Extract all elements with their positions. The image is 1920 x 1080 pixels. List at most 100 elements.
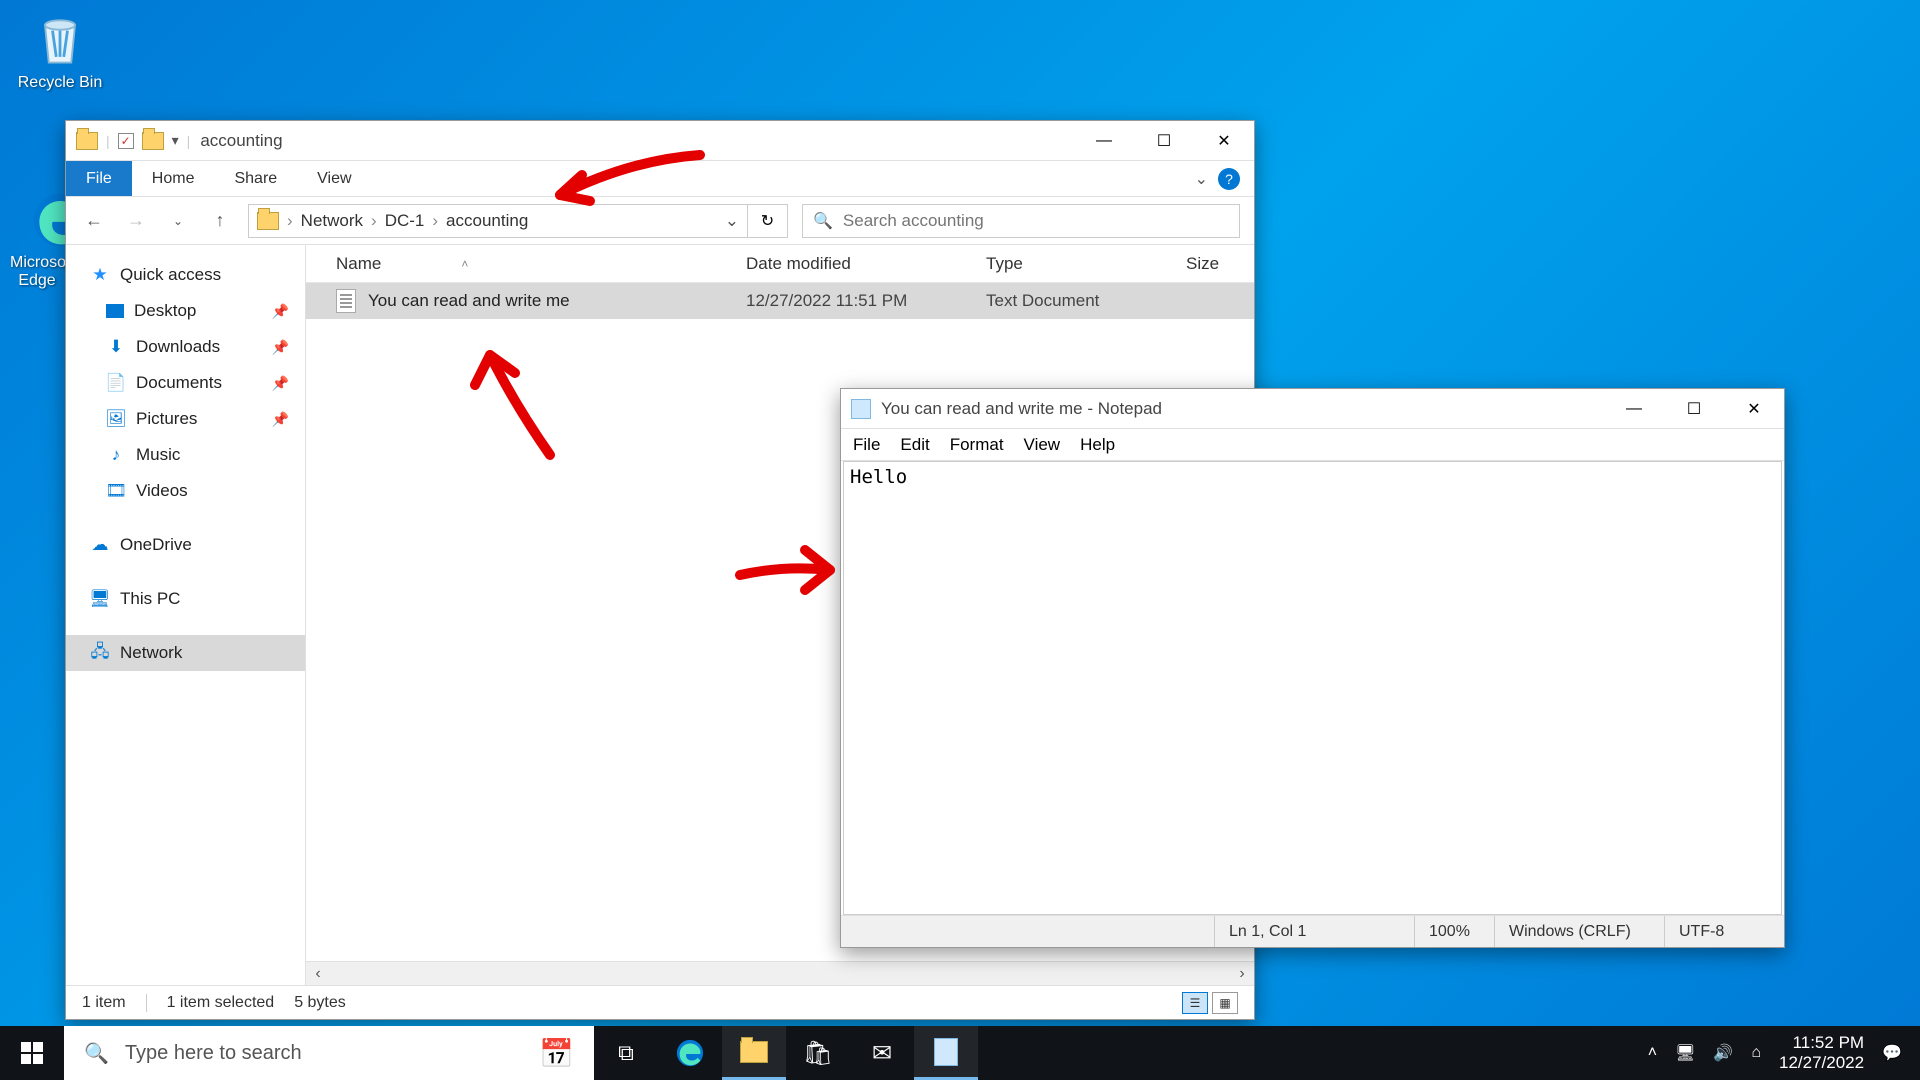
- taskbar-explorer[interactable]: [722, 1026, 786, 1080]
- notifications-icon[interactable]: 💬: [1882, 1043, 1902, 1063]
- view-details-button[interactable]: ☰: [1182, 992, 1208, 1014]
- nav-desktop[interactable]: Desktop📌: [66, 293, 305, 329]
- forward-button[interactable]: →: [122, 207, 150, 235]
- menu-file[interactable]: File: [853, 435, 880, 455]
- breadcrumb-dropdown-icon[interactable]: ⌄: [725, 211, 739, 231]
- refresh-button[interactable]: ↻: [748, 204, 788, 238]
- recent-dropdown[interactable]: ⌄: [164, 207, 192, 235]
- h-scrollbar[interactable]: ‹ ›: [306, 961, 1254, 985]
- search-placeholder: Type here to search: [125, 1042, 302, 1065]
- windows-icon: [20, 1041, 44, 1065]
- nav-onedrive[interactable]: ☁OneDrive: [66, 527, 305, 563]
- file-type: Text Document: [986, 291, 1186, 311]
- status-enc: UTF-8: [1664, 916, 1784, 947]
- explorer-titlebar[interactable]: | ✓ ▾ | accounting ― ☐ ✕: [66, 121, 1254, 161]
- column-headers[interactable]: Name˄ Date modified Type Size: [306, 245, 1254, 283]
- taskbar-edge[interactable]: [658, 1026, 722, 1080]
- menu-help[interactable]: Help: [1080, 435, 1115, 455]
- menu-edit[interactable]: Edit: [900, 435, 929, 455]
- nav-music[interactable]: ♪Music: [66, 437, 305, 473]
- folder-icon[interactable]: [142, 132, 164, 150]
- explorer-statusbar: 1 item 1 item selected 5 bytes ☰ ▦: [66, 985, 1254, 1019]
- start-button[interactable]: [0, 1026, 64, 1080]
- chevron-right-icon: ›: [432, 211, 438, 231]
- taskbar-search[interactable]: 🔍 Type here to search 📅: [64, 1026, 594, 1080]
- search-input[interactable]: [843, 211, 1229, 231]
- pin-icon: 📌: [272, 303, 289, 320]
- qat-check-icon[interactable]: ✓: [118, 133, 134, 149]
- chevron-right-icon: ›: [371, 211, 377, 231]
- tab-home[interactable]: Home: [132, 161, 215, 196]
- recycle-bin[interactable]: Recycle Bin: [10, 10, 110, 92]
- breadcrumb-network[interactable]: Network: [301, 211, 363, 231]
- menu-format[interactable]: Format: [950, 435, 1004, 455]
- mail-icon: ✉: [872, 1039, 892, 1068]
- view-icons-button[interactable]: ▦: [1212, 992, 1238, 1014]
- help-icon[interactable]: ?: [1218, 168, 1240, 190]
- tab-file[interactable]: File: [66, 161, 132, 196]
- notepad-titlebar[interactable]: You can read and write me - Notepad ― ☐ …: [841, 389, 1784, 429]
- nav-pane: ★Quick access Desktop📌 ⬇Downloads📌 📄Docu…: [66, 245, 306, 985]
- notepad-menubar: File Edit Format View Help: [841, 429, 1784, 461]
- scroll-right-icon[interactable]: ›: [1230, 965, 1254, 983]
- minimize-button[interactable]: ―: [1074, 121, 1134, 161]
- maximize-button[interactable]: ☐: [1664, 389, 1724, 429]
- nav-pictures[interactable]: 🖼Pictures📌: [66, 401, 305, 437]
- status-zoom: 100%: [1414, 916, 1494, 947]
- status-selected: 1 item selected: [167, 994, 275, 1012]
- breadcrumb-host[interactable]: DC-1: [385, 211, 425, 231]
- file-name: You can read and write me: [368, 291, 570, 311]
- col-date[interactable]: Date modified: [746, 254, 986, 274]
- edge-label: Microsoft Edge: [10, 254, 64, 290]
- network-icon: 🖧: [90, 643, 110, 663]
- up-button[interactable]: ↑: [206, 207, 234, 235]
- download-icon: ⬇: [106, 337, 126, 357]
- status-pos: Ln 1, Col 1: [1214, 916, 1414, 947]
- col-type[interactable]: Type: [986, 254, 1186, 274]
- close-button[interactable]: ✕: [1724, 389, 1784, 429]
- explorer-title: accounting: [200, 131, 282, 151]
- notepad-textarea[interactable]: Hello: [843, 461, 1782, 915]
- notepad-statusbar: Ln 1, Col 1 100% Windows (CRLF) UTF-8: [841, 915, 1784, 947]
- task-view-button[interactable]: ⧉: [594, 1026, 658, 1080]
- search-box[interactable]: 🔍: [802, 204, 1240, 238]
- nav-network[interactable]: 🖧Network: [66, 635, 305, 671]
- tray-clock[interactable]: 11:52 PM 12/27/2022: [1779, 1033, 1864, 1074]
- recycle-bin-icon: [30, 10, 90, 70]
- breadcrumb[interactable]: › Network › DC-1 › accounting ⌄: [248, 204, 748, 238]
- qat-sep2: |: [187, 133, 191, 149]
- tray-ease-icon[interactable]: ⌂: [1751, 1044, 1761, 1062]
- status-count: 1 item: [82, 994, 126, 1012]
- taskbar-notepad[interactable]: [914, 1026, 978, 1080]
- nav-documents[interactable]: 📄Documents📌: [66, 365, 305, 401]
- col-name[interactable]: Name: [336, 254, 381, 274]
- tray-network-icon[interactable]: 🖥: [1675, 1043, 1695, 1063]
- minimize-button[interactable]: ―: [1604, 389, 1664, 429]
- taskbar-store[interactable]: 🛍: [786, 1026, 850, 1080]
- pin-icon: 📌: [272, 339, 289, 356]
- scroll-left-icon[interactable]: ‹: [306, 965, 330, 983]
- tab-view[interactable]: View: [297, 161, 371, 196]
- star-icon: ★: [90, 265, 110, 285]
- close-button[interactable]: ✕: [1194, 121, 1254, 161]
- back-button[interactable]: ←: [80, 207, 108, 235]
- text-file-icon: [336, 289, 356, 313]
- qat-dropdown-icon[interactable]: ▾: [172, 132, 179, 149]
- music-icon: ♪: [106, 445, 126, 465]
- tray-volume-icon[interactable]: 🔊: [1713, 1043, 1733, 1063]
- maximize-button[interactable]: ☐: [1134, 121, 1194, 161]
- nav-videos[interactable]: 🎞Videos: [66, 473, 305, 509]
- tab-share[interactable]: Share: [214, 161, 297, 196]
- menu-view[interactable]: View: [1024, 435, 1061, 455]
- nav-this-pc[interactable]: 🖥This PC: [66, 581, 305, 617]
- videos-icon: 🎞: [106, 481, 126, 501]
- ribbon-collapse-icon[interactable]: ⌄: [1195, 169, 1208, 189]
- nav-downloads[interactable]: ⬇Downloads📌: [66, 329, 305, 365]
- recycle-bin-label: Recycle Bin: [10, 74, 110, 92]
- taskbar-mail[interactable]: ✉: [850, 1026, 914, 1080]
- breadcrumb-folder[interactable]: accounting: [446, 211, 528, 231]
- nav-quick-access[interactable]: ★Quick access: [66, 257, 305, 293]
- tray-chevron-icon[interactable]: ˄: [1648, 1044, 1657, 1062]
- file-row[interactable]: You can read and write me 12/27/2022 11:…: [306, 283, 1254, 319]
- col-size[interactable]: Size: [1186, 254, 1254, 274]
